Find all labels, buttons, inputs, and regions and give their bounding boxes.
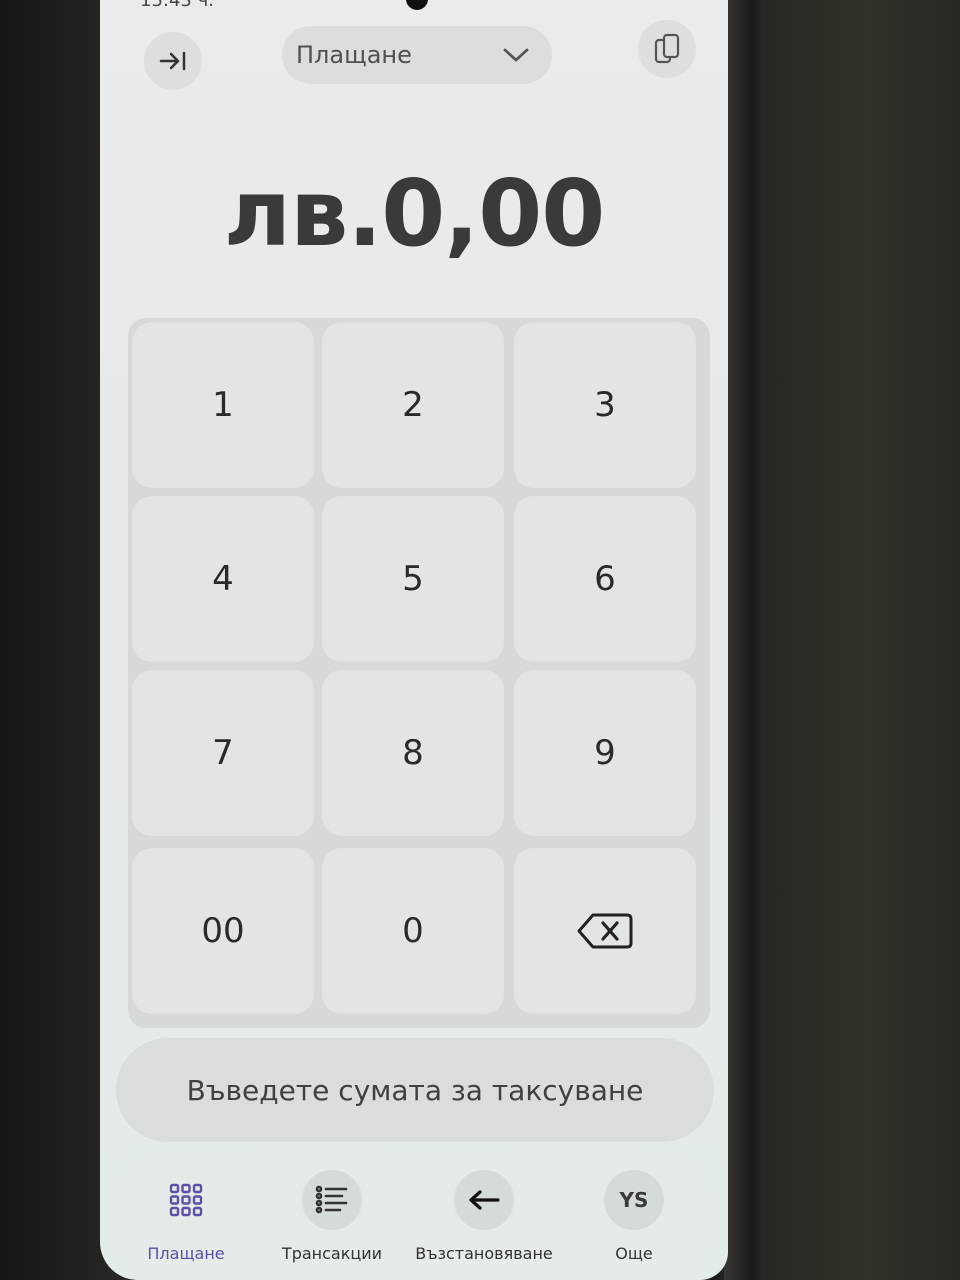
amount-display: лв.0,00: [223, 160, 606, 267]
backspace-icon: [577, 913, 633, 949]
list-icon: [302, 1170, 362, 1230]
mode-selector-label: Плащане: [296, 41, 412, 69]
nav-item-payment[interactable]: Плащане: [116, 1164, 256, 1280]
device-switch-button[interactable]: [638, 20, 696, 78]
nav-item-transactions[interactable]: Трансакции: [262, 1164, 402, 1280]
key-2[interactable]: 2: [322, 322, 504, 488]
bottom-navigation: Плащане Трансакции Възстановяване YS Още: [114, 1154, 714, 1280]
status-time: 15:43 ч.: [140, 0, 214, 11]
camera-cutout: [406, 0, 428, 10]
key-4[interactable]: 4: [132, 496, 314, 662]
grid-icon: [156, 1170, 216, 1230]
avatar-initials: YS: [619, 1188, 649, 1212]
nav-item-more[interactable]: YS Още: [564, 1164, 704, 1280]
key-3[interactable]: 3: [514, 322, 696, 488]
nav-item-refund[interactable]: Възстановяване: [414, 1164, 554, 1280]
arrow-left-icon: [454, 1170, 514, 1230]
nav-label-payment: Плащане: [147, 1244, 225, 1263]
arrow-right-to-bar-icon: [159, 51, 186, 71]
key-0[interactable]: 0: [322, 848, 504, 1014]
app-screen: 15:43 ч. Плащане лв.0,00 1 2 3 4 5 6 7 8…: [100, 0, 728, 1280]
collapse-button[interactable]: [144, 32, 202, 90]
nav-label-transactions: Трансакции: [281, 1244, 383, 1263]
key-5[interactable]: 5: [322, 496, 504, 662]
backspace-key[interactable]: [514, 848, 696, 1014]
chevron-down-icon: [496, 40, 536, 70]
key-8[interactable]: 8: [322, 670, 504, 836]
device-switch-icon: [654, 33, 680, 64]
key-00[interactable]: 00: [132, 848, 314, 1014]
key-7[interactable]: 7: [132, 670, 314, 836]
nav-label-refund: Възстановяване: [415, 1244, 553, 1263]
key-6[interactable]: 6: [514, 496, 696, 662]
avatar-icon: YS: [604, 1170, 664, 1230]
charge-amount-hint: Въведете сумата за таксуване: [116, 1038, 714, 1142]
key-9[interactable]: 9: [514, 670, 696, 836]
mode-selector[interactable]: Плащане: [282, 26, 552, 84]
nav-label-more: Още: [615, 1244, 653, 1263]
phone-edge: [724, 0, 764, 1280]
key-1[interactable]: 1: [132, 322, 314, 488]
